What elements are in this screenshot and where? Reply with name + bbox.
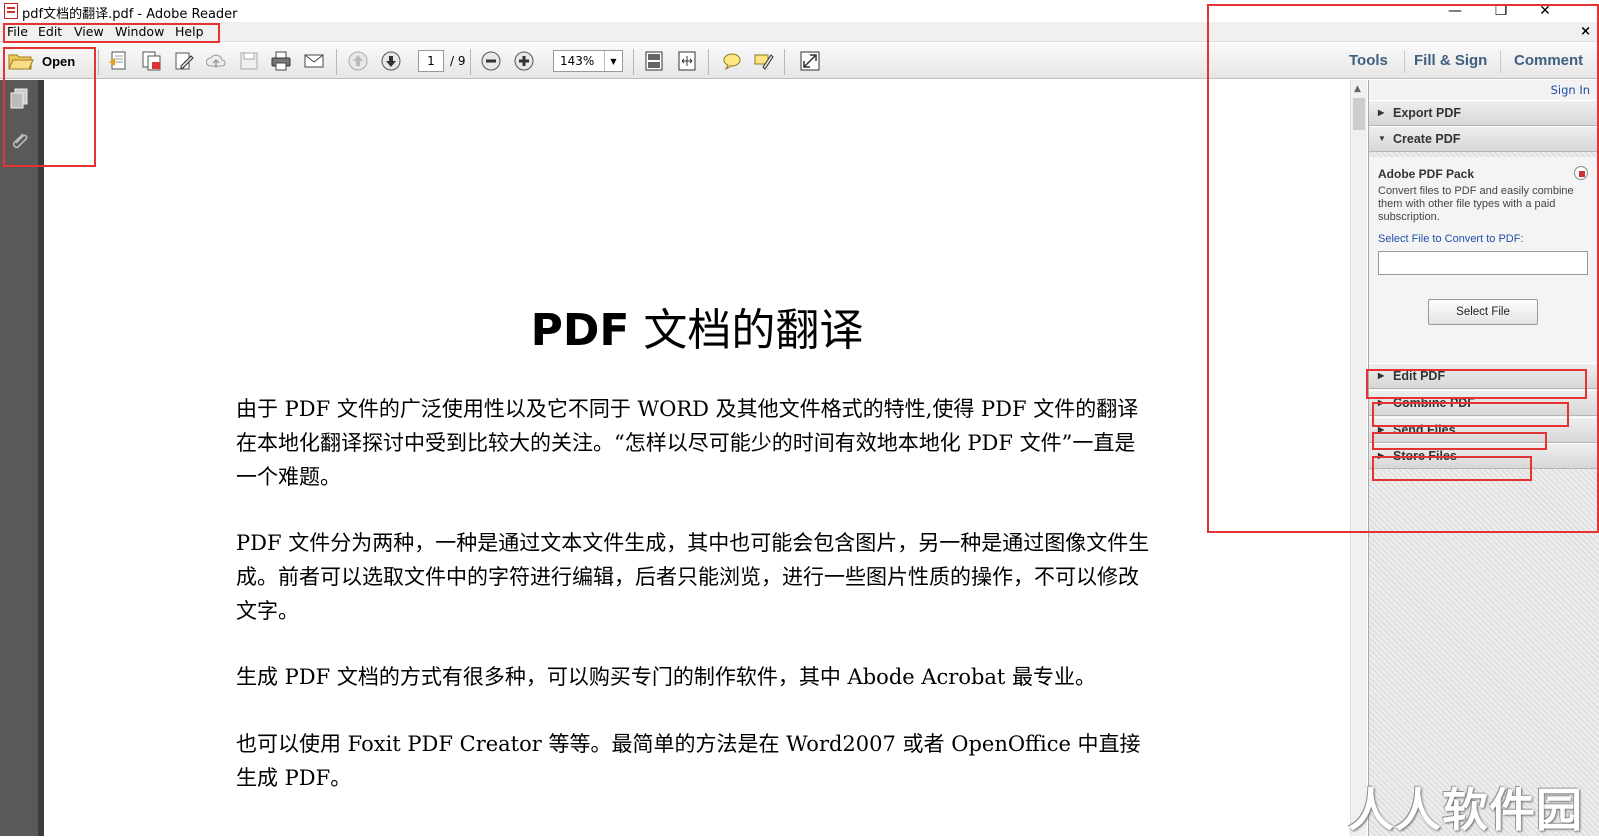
pdf-app-icon: [4, 3, 18, 19]
annotation-box-send-files: [1372, 432, 1547, 450]
document-page: PDF 文档的翻译 由于 PDF 文件的广泛使用性以及它不同于 WORD 及其他…: [44, 80, 1350, 836]
toolbar-separator: [98, 49, 99, 75]
document-paragraph: 由于 PDF 文件的广泛使用性以及它不同于 WORD 及其他文件格式的特性,使得…: [236, 397, 1139, 489]
edit-icon[interactable]: [172, 50, 196, 72]
zoom-in-icon[interactable]: [512, 50, 536, 72]
toolbar-separator: [784, 49, 785, 75]
toolbar-separator: [633, 49, 634, 75]
watermark-logo: 人人软件园: [1348, 783, 1583, 837]
zoom-select[interactable]: 143% ▼: [553, 50, 623, 72]
document-title-latin: PDF: [530, 305, 630, 356]
zoom-out-icon[interactable]: [479, 50, 503, 72]
upload-icon[interactable]: [204, 50, 228, 72]
annotation-box-menu: [3, 23, 220, 43]
fit-width-icon[interactable]: [675, 50, 699, 72]
fit-page-icon[interactable]: [642, 50, 666, 72]
combine-pdf-icon[interactable]: [139, 50, 163, 72]
toolbar-separator: [470, 49, 471, 75]
save-icon[interactable]: [237, 50, 261, 72]
fullscreen-icon[interactable]: [798, 50, 822, 72]
document-paragraph: PDF 文件分为两种，一种是通过文本文件生成，其中也可能会包含图片，另一种是通过…: [236, 531, 1150, 623]
annotation-box-open: [3, 47, 96, 167]
zoom-value: 143%: [560, 54, 595, 68]
annotation-box-store-files: [1372, 456, 1532, 481]
email-icon[interactable]: [302, 50, 326, 72]
annotation-box-edit-pdf: [1366, 369, 1587, 399]
toolbar-separator: [336, 49, 337, 75]
document-paragraph: 生成 PDF 文档的方式有很多种，可以购买专门的制作软件，其中 Abode Ac…: [236, 665, 1097, 689]
highlight-icon[interactable]: [752, 50, 776, 72]
print-icon[interactable]: [269, 50, 293, 72]
document-title: PDF 文档的翻译: [44, 294, 1350, 358]
document-title-cjk: 文档的翻译: [643, 305, 864, 356]
previous-page-icon[interactable]: [346, 50, 370, 72]
navigation-pane: [0, 80, 38, 836]
document-paragraph: 也可以使用 Foxit PDF Creator 等等。最简单的方法是在 Word…: [236, 732, 1141, 790]
annotation-box-panel: [1207, 4, 1599, 533]
page-total: / 9: [450, 54, 466, 68]
toolbar-separator: [708, 49, 709, 75]
window-title: pdf文档的翻译.pdf - Adobe Reader: [22, 7, 238, 22]
create-pdf-icon[interactable]: [106, 50, 130, 72]
annotation-box-combine-pdf: [1372, 402, 1569, 427]
next-page-icon[interactable]: [379, 50, 403, 72]
comment-icon[interactable]: [720, 50, 744, 72]
chevron-down-icon[interactable]: ▼: [604, 51, 622, 71]
page-number-input[interactable]: 1: [418, 50, 444, 72]
